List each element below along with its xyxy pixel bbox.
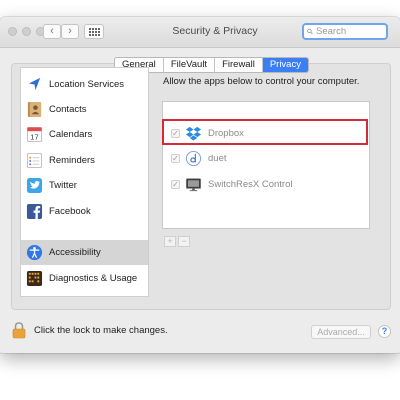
chevron-right-icon: › [68, 25, 72, 37]
sidebar-item-diagnostics-usage[interactable]: Diagnostics & Usage [21, 266, 148, 291]
remove-app-button[interactable]: − [178, 236, 190, 247]
duet-icon [185, 150, 202, 167]
sidebar-item-reminders[interactable]: Reminders [21, 148, 148, 173]
privacy-category-list: Location Services Contacts 17 Calendars … [20, 67, 149, 297]
calendar-icon: 17 [26, 126, 43, 143]
sidebar-item-label: Diagnostics & Usage [49, 273, 138, 284]
lock-icon[interactable] [12, 321, 26, 339]
search-input[interactable] [313, 26, 386, 37]
show-all-button[interactable] [84, 24, 104, 39]
sidebar-item-accessibility[interactable]: Accessibility [21, 240, 148, 265]
chevron-left-icon: ‹ [50, 25, 54, 37]
help-button[interactable]: ? [378, 325, 391, 338]
twitter-bird-icon [26, 177, 43, 194]
sidebar-item-location-services[interactable]: Location Services [21, 72, 148, 97]
checkbox-duet[interactable]: ✓ [171, 154, 180, 163]
minimize-window-button[interactable] [22, 27, 31, 36]
calendar-icon-day: 17 [30, 133, 38, 142]
tab-filevault[interactable]: FileVault [164, 58, 216, 72]
back-button[interactable]: ‹ [43, 24, 61, 39]
sidebar-item-calendars[interactable]: 17 Calendars [21, 122, 148, 147]
app-name: SwitchResX Control [208, 179, 293, 190]
app-name: duet [208, 153, 227, 164]
switchresx-monitor-icon [185, 178, 202, 192]
grid-icon [88, 27, 91, 30]
sidebar-item-label: Contacts [49, 104, 87, 115]
location-arrow-icon [28, 77, 41, 91]
accessibility-person-icon [26, 244, 43, 261]
search-field[interactable] [302, 23, 388, 40]
forward-button[interactable]: › [61, 24, 79, 39]
sidebar-item-label: Calendars [49, 129, 93, 140]
sidebar-item-label: Location Services [49, 79, 124, 90]
add-app-button[interactable]: + [164, 236, 176, 247]
lock-area[interactable]: Click the lock to make changes. [12, 321, 168, 339]
close-window-button[interactable] [8, 27, 17, 36]
advanced-button[interactable]: Advanced... [311, 325, 371, 339]
lock-message: Click the lock to make changes. [34, 324, 168, 336]
sidebar-item-label: Accessibility [49, 247, 101, 258]
sidebar-item-label: Reminders [49, 155, 95, 166]
window-title: Security & Privacy [172, 25, 258, 37]
sidebar-item-twitter[interactable]: Twitter [21, 173, 148, 198]
sidebar-item-facebook[interactable]: Facebook [21, 199, 148, 224]
tab-firewall[interactable]: Firewall [215, 58, 263, 72]
facebook-f-icon [26, 203, 43, 220]
list-item-switchresx-control[interactable]: ✓ SwitchResX Control [163, 172, 369, 197]
sidebar-item-contacts[interactable]: Contacts [21, 97, 148, 122]
list-item-duet[interactable]: ✓ duet [163, 146, 369, 171]
sidebar-item-label: Twitter [49, 180, 77, 191]
title-bar: ‹ › Security & Privacy [0, 17, 400, 48]
sidebar-item-label: Facebook [49, 206, 91, 217]
reminders-list-icon [26, 152, 43, 169]
permission-heading: Allow the apps below to control your com… [163, 76, 360, 87]
contacts-book-icon [27, 101, 42, 118]
checkbox-switchresx-control[interactable]: ✓ [171, 180, 180, 189]
dropbox-highlight-box [162, 119, 368, 145]
tab-privacy[interactable]: Privacy [262, 58, 308, 72]
diagnostics-grid-icon [26, 270, 43, 287]
